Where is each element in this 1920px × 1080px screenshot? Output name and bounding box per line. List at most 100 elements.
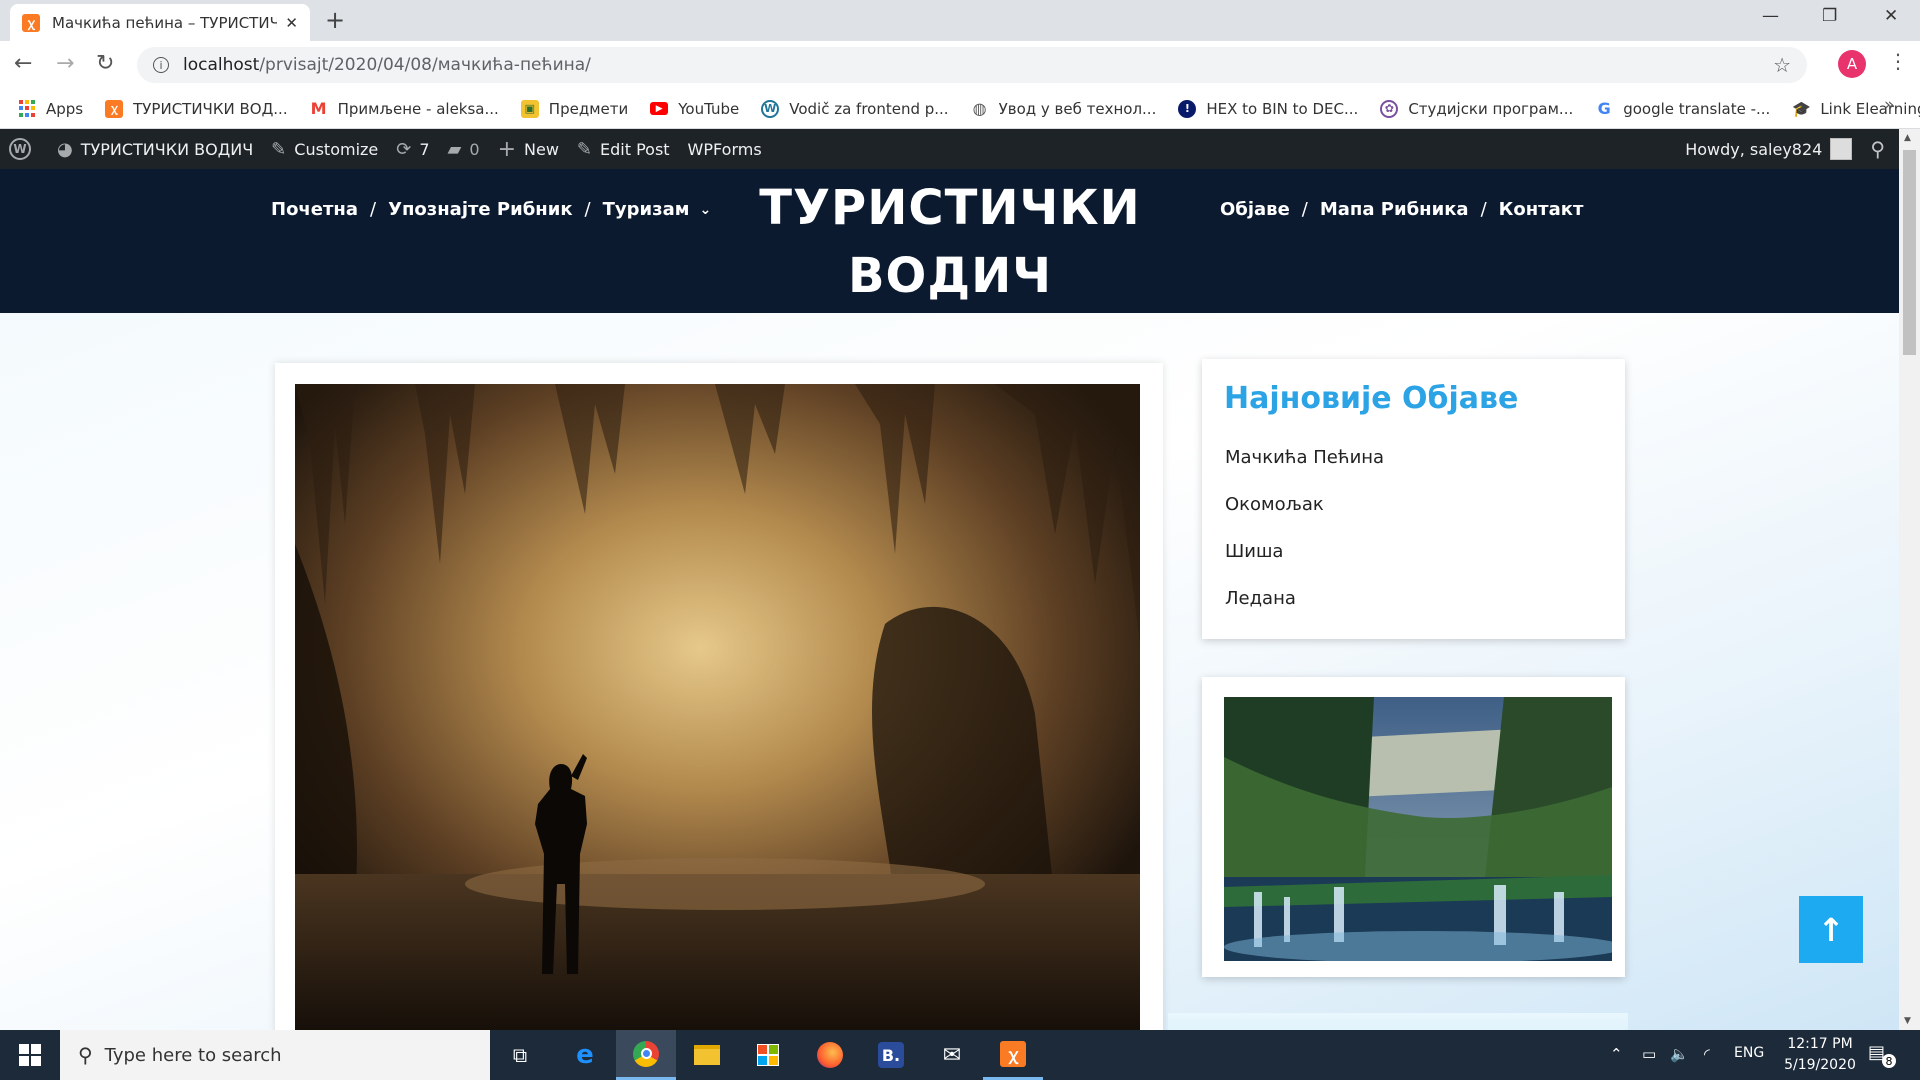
close-tab-icon[interactable]: ✕ [285,14,298,32]
admin-new-label: New [524,139,559,159]
task-view-icon: ⧉ [512,1043,528,1067]
admin-comments[interactable]: ▰ 0 [439,129,489,169]
site-title[interactable]: ТУРИСТИЧКИ ВОДИЧ [750,174,1150,310]
menu-item-home[interactable]: Почетна [271,199,358,220]
bookmark-label: ТУРИСТИЧКИ ВОД... [133,99,288,118]
minimize-icon[interactable]: — [1762,6,1779,26]
bookmark-studijski[interactable]: ✿ Студијски програм... [1380,99,1574,118]
plus-icon: + [497,136,516,162]
recent-post-link[interactable]: Шиша [1225,541,1283,562]
address-bar[interactable]: i localhost/prvisajt/2020/04/08/мачкића-… [137,47,1807,83]
task-view-button[interactable]: ⧉ [490,1030,550,1080]
site-title-line2: ВОДИЧ [847,248,1053,304]
taskbar-edge[interactable]: e [555,1030,615,1080]
admin-edit-post[interactable]: ✎ Edit Post [568,129,679,169]
url-host: localhost [183,55,260,75]
action-center-button[interactable]: ▤ 8 [1868,1042,1896,1068]
comments-count: 0 [469,139,480,159]
new-tab-button[interactable]: + [325,6,345,34]
admin-customize[interactable]: ✎ Customize [262,129,387,169]
menu-item-contact[interactable]: Контакт [1499,199,1584,220]
menu-item-tourism[interactable]: Туризам [603,199,690,220]
taskbar-search-box[interactable]: ⚲ Type here to search [60,1030,490,1080]
user-avatar [1830,138,1853,160]
dashboard-gauge-icon: ◕ [57,138,73,160]
bookmark-uvod[interactable]: ◍ Увод у веб технол... [971,99,1157,118]
menu-item-map[interactable]: Мапа Рибника [1320,199,1469,220]
cave-photo-illustration [295,384,1140,1044]
arrow-up-icon: ↑ [1817,910,1845,949]
tray-chevron-up-icon[interactable]: ⌃ [1610,1045,1623,1063]
admin-new[interactable]: + New [489,129,568,169]
primary-menu-left: Почетна / Упознајте Рибник / Туризам ⌄ [271,199,711,220]
close-window-icon[interactable]: ✕ [1884,6,1898,26]
cave-featured-image[interactable] [295,384,1140,1044]
profile-avatar[interactable]: A [1838,50,1866,78]
bookmark-turisticki[interactable]: ꭓ ТУРИСТИЧКИ ВОД... [105,99,288,118]
recent-post-link[interactable]: Окомољак [1225,494,1324,515]
article-card [275,363,1163,1063]
admin-search-icon[interactable]: ⚲ [1861,129,1899,169]
menu-item-posts[interactable]: Објаве [1220,199,1290,220]
taskbar-chrome[interactable] [616,1030,676,1080]
waterfall-image[interactable] [1224,697,1612,961]
recent-post-link[interactable]: Ледана [1225,588,1296,609]
bookmark-apps[interactable]: Apps [18,100,83,118]
taskbar-b-app[interactable]: B. [861,1030,921,1080]
menu-item-about-ribnik[interactable]: Упознајте Рибник [388,199,572,220]
restore-icon[interactable]: ❐ [1822,6,1837,26]
taskbar-xampp[interactable]: ꭓ [983,1030,1043,1080]
taskbar-store[interactable] [738,1030,798,1080]
wp-admin-bar: W ◕ ТУРИСТИЧКИ ВОДИЧ ✎ Customize ⟳ 7 ▰ 0… [0,129,1899,169]
bookmark-gmail[interactable]: M Примљене - aleksa... [310,99,499,118]
scrollbar-thumb[interactable] [1903,150,1916,355]
forward-icon[interactable]: → [56,51,74,76]
bookmark-google-translate[interactable]: G google translate -... [1595,99,1771,118]
youtube-icon: ▶ [650,102,669,115]
site-info-icon[interactable]: i [153,57,169,73]
xampp-icon: ꭓ [105,99,124,118]
battery-icon[interactable]: ▭ [1642,1045,1656,1063]
comment-bubble-icon: ▰ [447,138,462,160]
wordpress-icon: W [9,138,31,160]
bookmark-star-icon[interactable]: ☆ [1773,53,1791,77]
chevron-down-icon[interactable]: ⌄ [699,202,711,218]
taskbar-firefox[interactable] [800,1030,860,1080]
recent-posts-widget: Најновије Објаве Мачкића Пећина Окомољак… [1202,359,1625,639]
url-path: /prvisajt/2020/04/08/мачкића-пећина/ [259,55,591,75]
wordpress-icon: W [761,99,780,118]
admin-wpforms[interactable]: WPForms [679,129,771,169]
wifi-icon[interactable]: ◜ [1704,1045,1710,1063]
taskbar-mail[interactable]: ✉ [922,1030,982,1080]
scroll-to-top-button[interactable]: ↑ [1799,896,1863,963]
start-button[interactable] [0,1030,60,1080]
clock[interactable]: 12:17 PM 5/19/2020 [1770,1034,1870,1076]
windows-logo-icon [19,1044,41,1066]
admin-site-name[interactable]: ◕ ТУРИСТИЧКИ ВОДИЧ [48,129,262,169]
admin-account[interactable]: Howdy, saley824 [1676,129,1861,169]
admin-site-name-label: ТУРИСТИЧКИ ВОДИЧ [80,139,254,159]
bookmark-hex[interactable]: ! HEX to BIN to DEC... [1178,99,1358,118]
bookmark-elearning[interactable]: 🎓 Link Elearning [1792,100,1920,118]
language-indicator[interactable]: ENG [1734,1045,1764,1061]
back-icon[interactable]: ← [14,51,32,76]
bookmarks-bar: Apps ꭓ ТУРИСТИЧКИ ВОД... M Примљене - al… [0,89,1920,129]
recent-post-link[interactable]: Мачкића Пећина [1225,447,1384,468]
admin-customize-label: Customize [294,139,379,159]
bookmark-vodic[interactable]: W Vodič za frontend p... [761,99,949,118]
scroll-up-arrow-icon[interactable]: ▲ [1904,133,1911,143]
taskbar-file-explorer[interactable] [677,1030,737,1080]
volume-icon[interactable]: 🔈 [1670,1045,1689,1063]
reload-icon[interactable]: ↻ [96,51,114,76]
bookmark-predmeti[interactable]: ▣ Предмети [520,99,628,118]
bookmark-label: Студијски програм... [1408,99,1574,118]
browser-tab[interactable]: ꭓ Мачкића пећина – ТУРИСТИЧКИ ✕ [10,4,310,41]
wp-logo-menu[interactable]: W [0,129,48,169]
browser-menu-icon[interactable]: ⋮ [1888,49,1908,73]
admin-wpforms-label: WPForms [687,139,762,159]
bookmark-youtube[interactable]: ▶ YouTube [650,100,739,118]
more-bookmarks-icon[interactable]: » [1884,95,1894,115]
bookmark-label: Vodič za frontend p... [789,99,949,118]
admin-updates[interactable]: ⟳ 7 [387,129,438,169]
scroll-down-arrow-icon[interactable]: ▼ [1904,1016,1911,1026]
